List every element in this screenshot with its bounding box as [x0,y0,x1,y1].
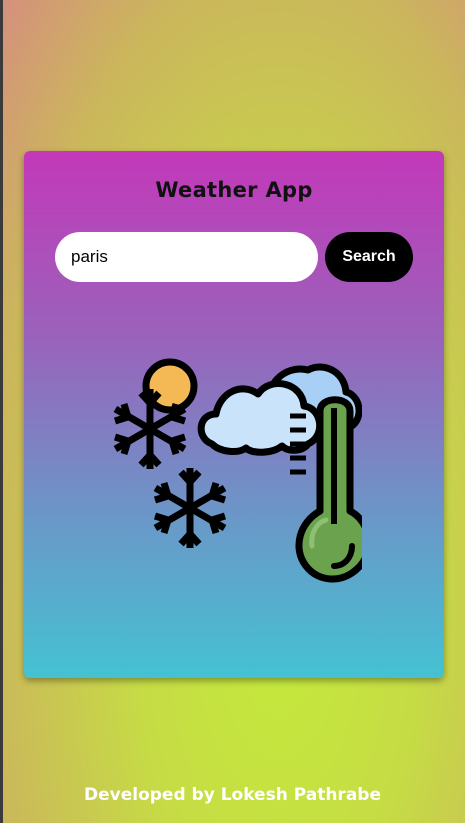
snowflake-icon [153,468,227,548]
weather-condition-icon [113,358,362,583]
city-search-input[interactable] [55,232,318,282]
developer-credit: Developed by Lokesh Pathrabe [83,785,381,805]
window-edge [0,0,3,823]
weather-card: Weather App Search [24,151,444,678]
app-title: Weather App [155,178,313,202]
search-button[interactable]: Search [325,232,413,282]
